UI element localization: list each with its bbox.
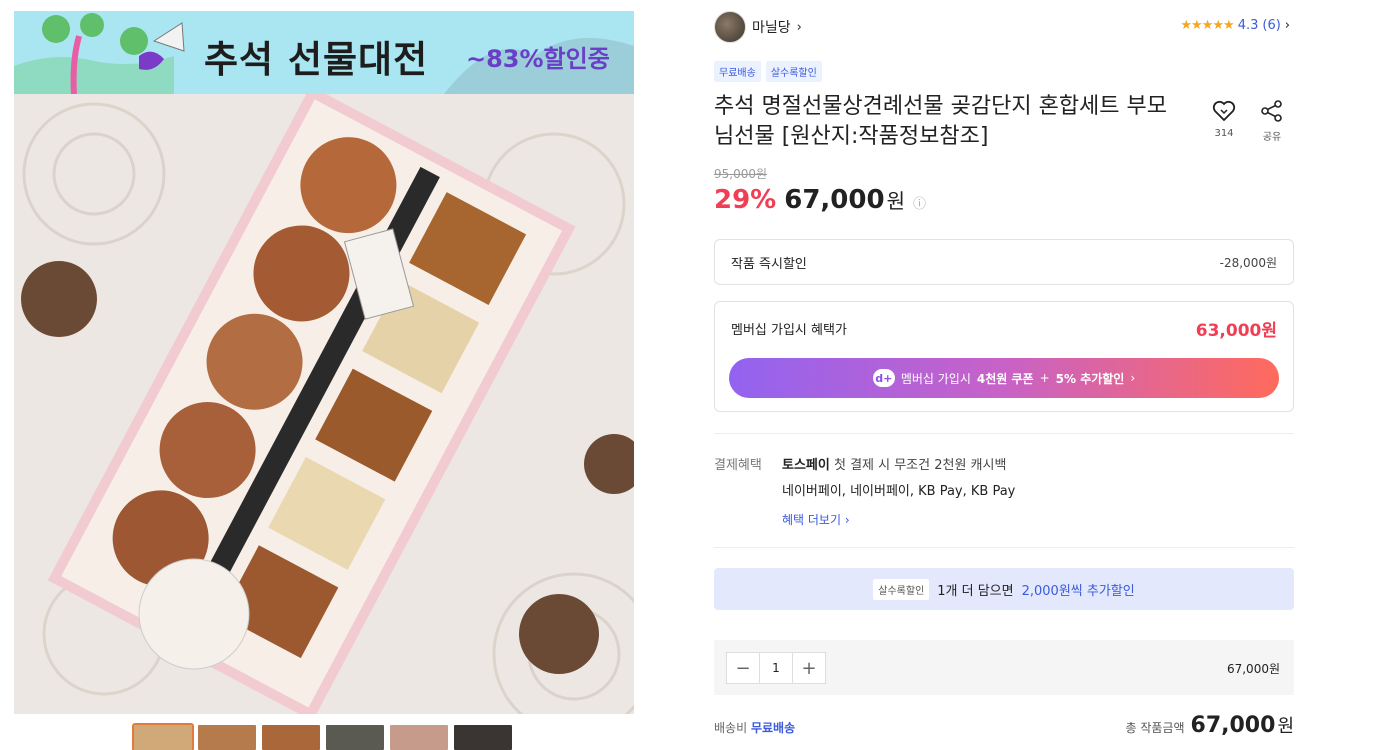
heart-icon <box>1212 100 1236 122</box>
sale-price: 67,000 <box>784 185 885 215</box>
membership-join-button[interactable]: d+ 멤버십 가입시 4천원 쿠폰 + 5% 추가할인 › <box>729 358 1279 398</box>
minus-icon[interactable]: − <box>727 653 759 683</box>
total-price-row: 총 작품금액 67,000 원 <box>1126 712 1294 738</box>
chevron-right-icon: › <box>1284 18 1290 33</box>
product-title: 추석 명절선물상견례선물 곶감단지 혼합세트 부모님선물 [원산지:작품정보참조… <box>714 94 1168 149</box>
divider <box>714 547 1294 548</box>
product-photo <box>14 94 634 714</box>
thumbnail-1[interactable] <box>132 723 194 750</box>
bulk-discount-text: 1개 더 담으면 <box>937 583 1014 599</box>
promo-banner: 추석 선물대전 ~83%할인중 <box>14 11 634 94</box>
tag-bulk-discount: 살수록할인 <box>765 61 822 82</box>
membership-price: 63,000원 <box>1195 321 1277 341</box>
divider <box>714 433 1294 434</box>
membership-plus-icon: d+ <box>872 369 895 387</box>
banner-sale: ~83%할인중 <box>466 45 610 73</box>
info-icon[interactable]: ⓘ <box>913 193 926 212</box>
tag-free-shipping: 무료배송 <box>714 61 761 82</box>
shipping-value: 무료배송 <box>750 721 796 735</box>
thumbnail-5[interactable] <box>390 725 448 750</box>
membership-button-prefix: 멤버십 가입시 <box>900 371 971 386</box>
share-icon <box>1261 100 1282 122</box>
wishlist-count: 314 <box>1214 128 1234 139</box>
star-rating-icon: ★★★★★ <box>1180 18 1234 33</box>
seller-avatar <box>714 11 746 43</box>
thumbnail-3[interactable] <box>262 725 320 750</box>
quantity-price: 67,000원 <box>1226 662 1280 676</box>
seller-name: 마닐당 <box>752 20 791 36</box>
original-price: 95,000원 <box>714 167 768 181</box>
payment-benefits-label: 결제혜택 <box>714 458 762 473</box>
membership-button-coupon: 4천원 쿠폰 <box>976 371 1034 386</box>
membership-label: 멤버십 가입시 혜택가 <box>731 323 847 338</box>
total-label: 총 작품금액 <box>1125 721 1185 735</box>
discount-rate: 29% <box>714 185 777 215</box>
membership-box: 멤버십 가입시 혜택가 63,000원 d+ 멤버십 가입시 4천원 쿠폰 + … <box>714 301 1294 412</box>
quantity-box: − 1 + 67,000원 <box>714 640 1294 695</box>
banner-title: 추석 선물대전 <box>204 38 429 81</box>
bulk-discount-banner: 살수록할인 1개 더 담으면 2,000원씩 추가할인 <box>714 568 1294 610</box>
thumbnail-2[interactable] <box>198 725 256 750</box>
instant-discount-label: 작품 즉시할인 <box>731 256 807 272</box>
seller-link[interactable]: 마닐당 › <box>714 11 802 43</box>
membership-button-extra: 5% 추가할인 <box>1055 371 1125 386</box>
total-price-unit: 원 <box>1277 716 1294 737</box>
thumbnail-6[interactable] <box>454 725 512 750</box>
rating-score: 4.3 <box>1237 18 1259 33</box>
chevron-right-icon: › <box>844 513 850 527</box>
thumbnail-strip <box>132 723 512 750</box>
more-benefits-label: 혜택 더보기 <box>782 513 842 527</box>
share-button[interactable]: 공유 <box>1258 100 1286 143</box>
chevron-right-icon: › <box>1130 371 1136 385</box>
more-benefits-link[interactable]: 혜택 더보기 › <box>782 511 850 528</box>
toss-pay-benefit: 첫 결제 시 무조건 2천원 캐시백 <box>833 458 1007 473</box>
bulk-discount-badge: 살수록할인 <box>873 578 930 600</box>
product-tags: 무료배송 살수록할인 <box>714 61 822 82</box>
chevron-right-icon: › <box>796 19 802 35</box>
shipping-label: 배송비 <box>714 721 748 735</box>
rating-summary[interactable]: ★★★★★ 4.3 (6) › <box>1180 18 1290 33</box>
price-unit: 원 <box>886 189 905 213</box>
product-main-image[interactable]: 추석 선물대전 ~83%할인중 <box>14 11 634 714</box>
payment-benefit-toss: 토스페이 첫 결제 시 무조건 2천원 캐시백 <box>782 454 1006 473</box>
shipping-info: 배송비 무료배송 <box>714 719 795 736</box>
membership-button-plus: + <box>1039 371 1050 385</box>
quantity-value[interactable]: 1 <box>759 653 793 683</box>
toss-pay-name: 토스페이 <box>782 458 830 473</box>
bulk-discount-highlight: 2,000원씩 추가할인 <box>1021 583 1135 599</box>
wishlist-button[interactable]: 314 <box>1210 100 1238 139</box>
payment-benefit-others: 네이버페이, 네이버페이, KB Pay, KB Pay <box>782 484 1016 499</box>
total-price: 67,000 <box>1190 713 1276 738</box>
price-row: 29% 67,000 원 ⓘ <box>714 185 926 215</box>
plus-icon[interactable]: + <box>793 653 825 683</box>
quantity-stepper: − 1 + <box>726 652 826 684</box>
thumbnail-4[interactable] <box>326 725 384 750</box>
instant-discount-amount: -28,000원 <box>1219 255 1277 270</box>
instant-discount-box: 작품 즉시할인 -28,000원 <box>714 239 1294 285</box>
share-label: 공유 <box>1262 132 1282 143</box>
review-count: (6) <box>1262 18 1281 33</box>
